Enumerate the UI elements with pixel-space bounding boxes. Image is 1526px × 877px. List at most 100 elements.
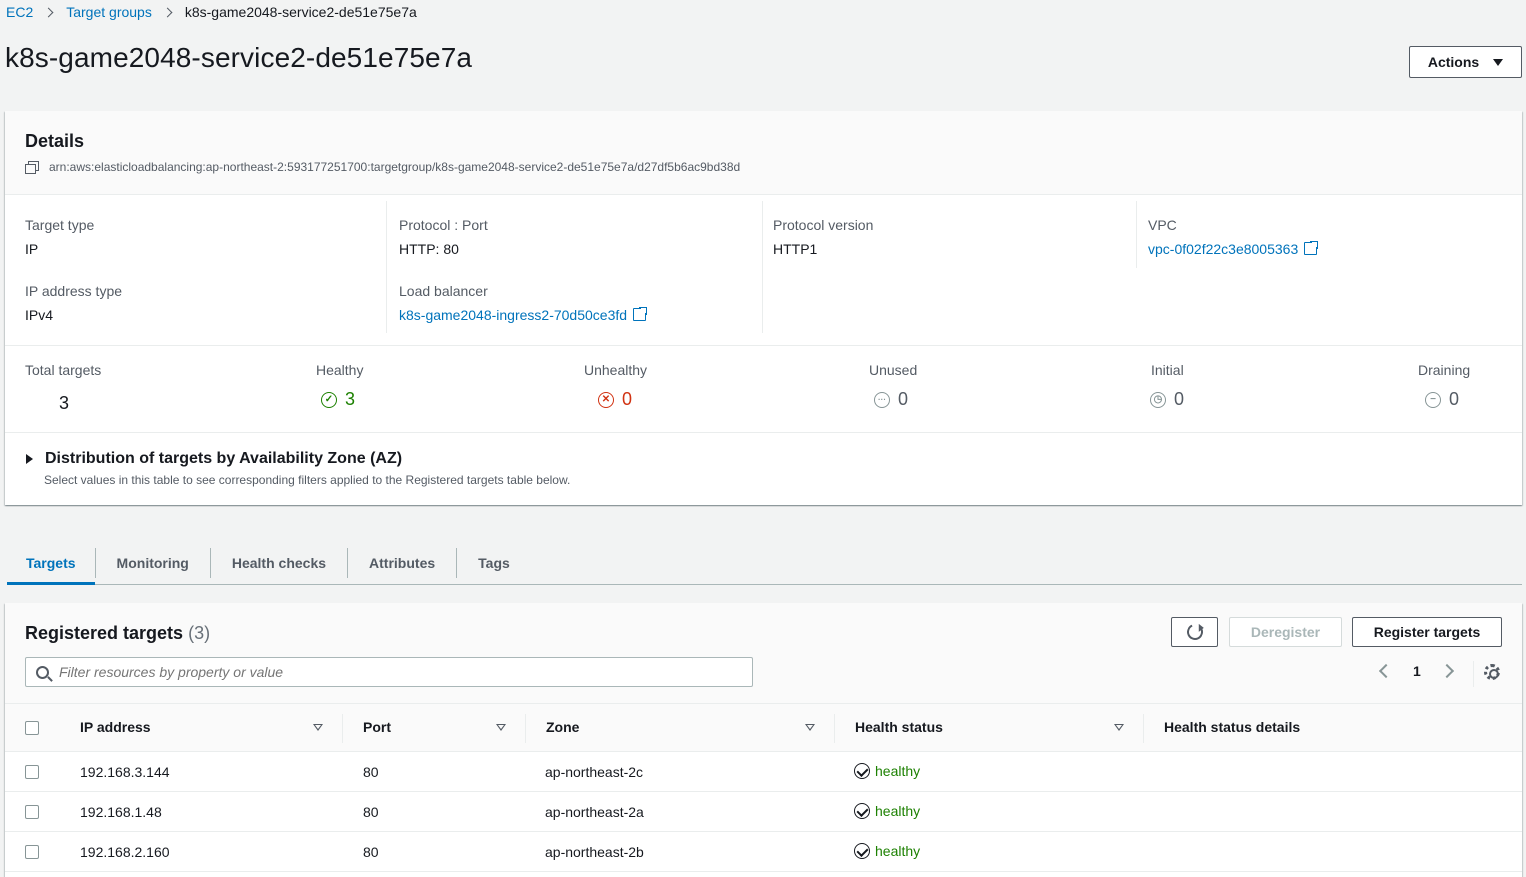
draining-count[interactable]: − 0 <box>1425 389 1459 410</box>
registered-targets-heading: Registered targets <box>25 623 184 643</box>
distribution-toggle[interactable]: Distribution of targets by Availability … <box>26 450 402 468</box>
target-type-label: Target type <box>25 217 95 233</box>
load-balancer-link-text[interactable]: k8s-game2048-ingress2-70d50ce3fd <box>399 307 627 323</box>
healthy-value: 3 <box>345 389 356 409</box>
ip-address-type-value: IPv4 <box>25 307 54 323</box>
distribution-title: Distribution of targets by Availability … <box>45 450 403 467</box>
column-header-health-status[interactable]: Health status <box>855 719 943 735</box>
breadcrumb: EC2 Target groups k8s-game2048-service2-… <box>6 3 417 21</box>
breadcrumb-link-ec2[interactable]: EC2 <box>6 4 33 20</box>
cell-zone: ap-northeast-2c <box>545 764 644 780</box>
chevron-left-icon[interactable] <box>1378 663 1394 679</box>
copy-icon[interactable] <box>25 160 39 174</box>
cell-zone: ap-northeast-2a <box>545 804 644 820</box>
column-divider <box>762 201 763 333</box>
deregister-button[interactable]: Deregister <box>1229 617 1342 647</box>
table-row[interactable]: 192.168.2.160 80 ap-northeast-2b healthy <box>5 832 1522 872</box>
initial-count[interactable]: ◷ 0 <box>1150 389 1184 410</box>
registered-targets-title: Registered targets (3) <box>25 623 210 644</box>
healthy-label: Healthy <box>316 362 364 378</box>
column-divider <box>342 714 343 743</box>
row-checkbox[interactable] <box>25 805 39 819</box>
check-circle-icon: ✓ <box>321 391 337 408</box>
vpc-link-text[interactable]: vpc-0f02f22c3e8005363 <box>1148 241 1298 257</box>
initial-value: 0 <box>1174 389 1185 409</box>
sort-icon[interactable] <box>805 724 815 731</box>
column-header-ip-address[interactable]: IP address <box>80 719 151 735</box>
details-heading: Details <box>25 131 85 151</box>
refresh-button[interactable] <box>1171 617 1218 647</box>
select-all-checkbox[interactable] <box>25 721 39 735</box>
cell-health-status: healthy <box>854 763 920 779</box>
unused-count[interactable]: ··· 0 <box>874 389 908 410</box>
actions-button[interactable]: Actions <box>1409 46 1522 78</box>
health-status-text: healthy <box>875 803 921 819</box>
vpc-label: VPC <box>1148 217 1177 233</box>
sort-icon[interactable] <box>496 724 506 731</box>
cell-port: 80 <box>363 804 379 820</box>
vpc-link[interactable]: vpc-0f02f22c3e8005363 <box>1148 240 1320 257</box>
ip-address-type-label: IP address type <box>25 283 123 299</box>
row-checkbox[interactable] <box>25 845 39 859</box>
page-number[interactable]: 1 <box>1413 663 1421 679</box>
healthy-count[interactable]: ✓ 3 <box>321 389 355 410</box>
registered-targets-panel: Registered targets (3) Deregister Regist… <box>5 603 1522 877</box>
chevron-right-icon <box>162 7 173 17</box>
unhealthy-value: 0 <box>622 389 633 409</box>
column-divider <box>834 714 835 743</box>
column-divider <box>386 201 387 333</box>
divider <box>5 432 1522 433</box>
filter-input[interactable] <box>59 664 719 680</box>
sort-icon[interactable] <box>313 724 323 731</box>
table-row[interactable]: 192.168.1.48 80 ap-northeast-2a healthy <box>5 792 1522 832</box>
protocol-version-value: HTTP1 <box>773 241 818 257</box>
tab-attributes[interactable]: Attributes <box>348 542 456 584</box>
column-divider <box>1143 714 1144 743</box>
check-circle-icon <box>854 843 870 859</box>
cell-zone: ap-northeast-2b <box>545 844 644 860</box>
initial-label: Initial <box>1151 362 1184 378</box>
cell-health-status: healthy <box>854 843 920 859</box>
filter-field[interactable] <box>25 657 753 687</box>
details-panel: Details arn:aws:elasticloadbalancing:ap-… <box>5 111 1522 505</box>
divider <box>1473 661 1474 687</box>
draining-value: 0 <box>1449 389 1460 409</box>
unhealthy-count[interactable]: ✕ 0 <box>598 389 632 410</box>
health-status-text: healthy <box>875 763 921 779</box>
tab-targets[interactable]: Targets <box>7 542 95 585</box>
distribution-subtitle: Select values in this table to see corre… <box>44 473 571 487</box>
tab-monitoring[interactable]: Monitoring <box>96 542 210 584</box>
clock-icon: ◷ <box>1150 391 1166 408</box>
tab-bar: Targets Monitoring Health checks Attribu… <box>7 542 1522 585</box>
column-divider <box>525 714 526 743</box>
load-balancer-link[interactable]: k8s-game2048-ingress2-70d50ce3fd <box>399 306 649 323</box>
sort-icon[interactable] <box>1114 724 1124 731</box>
caret-down-icon <box>1493 58 1504 66</box>
arn-row: arn:aws:elasticloadbalancing:ap-northeas… <box>25 160 740 174</box>
column-divider <box>1136 201 1137 268</box>
x-circle-icon: ✕ <box>598 391 614 408</box>
divider <box>5 345 1522 346</box>
breadcrumb-link-target-groups[interactable]: Target groups <box>66 4 152 20</box>
draining-label: Draining <box>1418 362 1471 378</box>
external-link-icon <box>633 306 649 321</box>
gear-icon[interactable] <box>1484 664 1500 680</box>
chevron-right-icon[interactable] <box>1439 663 1454 679</box>
total-targets-label: Total targets <box>25 362 102 378</box>
register-targets-button[interactable]: Register targets <box>1352 617 1502 647</box>
row-checkbox[interactable] <box>25 765 39 779</box>
pagination: 1 <box>1378 663 1454 679</box>
health-status-text: healthy <box>875 843 921 859</box>
table-row[interactable]: 192.168.3.144 80 ap-northeast-2c healthy <box>5 752 1522 792</box>
column-header-port[interactable]: Port <box>363 719 391 735</box>
unhealthy-label: Unhealthy <box>584 362 648 378</box>
tab-health-checks[interactable]: Health checks <box>211 542 347 584</box>
cell-port: 80 <box>363 764 379 780</box>
column-header-zone[interactable]: Zone <box>546 719 579 735</box>
column-header-health-status-details[interactable]: Health status details <box>1164 719 1300 735</box>
protocol-port-value: HTTP: 80 <box>399 241 459 257</box>
chevron-right-icon <box>43 7 54 17</box>
tab-tags[interactable]: Tags <box>457 542 531 584</box>
cell-ip: 192.168.1.48 <box>80 804 162 820</box>
registered-targets-header: Registered targets (3) Deregister Regist… <box>5 603 1522 703</box>
